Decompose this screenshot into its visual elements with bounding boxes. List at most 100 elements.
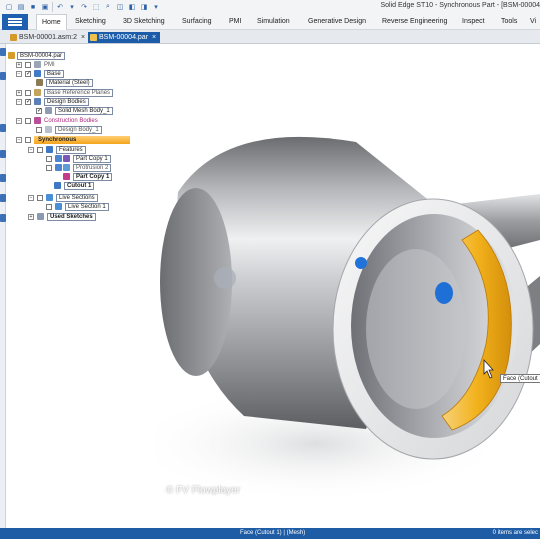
collapse-icon[interactable]: − bbox=[16, 137, 22, 143]
tree-item-label: Features bbox=[56, 146, 86, 154]
visibility-checkbox[interactable] bbox=[25, 90, 31, 96]
tree-item-label: PMI bbox=[44, 62, 55, 68]
visibility-checkbox[interactable]: ✓ bbox=[25, 71, 31, 77]
inner-bore-shadow bbox=[366, 249, 466, 409]
tab-surfacing[interactable]: Surfacing bbox=[182, 14, 212, 30]
tree-item-label: Live Sections bbox=[56, 194, 98, 202]
toolbar-separator bbox=[52, 2, 53, 12]
collapse-icon[interactable]: − bbox=[16, 118, 22, 124]
live-section-icon bbox=[55, 203, 62, 210]
tree-item-label: Part Copy 1 bbox=[73, 155, 111, 163]
save-icon[interactable]: ■ bbox=[28, 2, 38, 12]
watermark: © FV Flowplayer bbox=[166, 485, 241, 496]
model-view bbox=[156, 136, 540, 502]
expand-icon[interactable]: + bbox=[16, 62, 22, 68]
visibility-checkbox[interactable] bbox=[25, 118, 31, 124]
close-tab-icon[interactable]: × bbox=[152, 34, 156, 41]
graphics-viewport[interactable]: Face (Cutout 1 © FV Flowplayer bbox=[156, 44, 540, 528]
view-icon[interactable]: ◫ bbox=[115, 2, 125, 12]
print-icon[interactable]: ▣ bbox=[40, 2, 50, 12]
visibility-checkbox[interactable] bbox=[46, 204, 52, 210]
visibility-checkbox[interactable] bbox=[25, 137, 31, 143]
open-folder-icon[interactable]: ▤ bbox=[16, 2, 26, 12]
tree-item-label: Cutout 1 bbox=[64, 182, 95, 190]
collapse-icon[interactable]: − bbox=[16, 99, 22, 105]
tab-3d-sketching[interactable]: 3D Sketching bbox=[123, 14, 165, 30]
part-copy-icon bbox=[63, 173, 70, 180]
undo-dropdown-icon[interactable]: ▾ bbox=[67, 2, 77, 12]
menu-icon-bar bbox=[8, 21, 22, 23]
sketch-icon bbox=[37, 213, 44, 220]
window-title: Solid Edge ST10 - Synchronous Part - [BS… bbox=[380, 2, 540, 9]
live-sections-icon bbox=[46, 194, 53, 201]
tab-sketching[interactable]: Sketching bbox=[75, 14, 106, 30]
assembly-file-icon bbox=[10, 34, 17, 41]
status-bar: Face (Cutout 1) | (Mesh) 0 items are sel… bbox=[0, 528, 540, 539]
face-tooltip: Face (Cutout 1 bbox=[500, 374, 540, 383]
pmi-icon bbox=[34, 61, 41, 68]
collapse-icon[interactable]: − bbox=[28, 195, 34, 201]
visibility-checkbox[interactable]: ✓ bbox=[36, 108, 42, 114]
title-bar: ▢ ▤ ■ ▣ ↶ ▾ ↷ ⬚ ⌕ ◫ ◧ ◨ ▾ Solid Edge ST1… bbox=[0, 0, 540, 14]
tree-item-label: Design Bodies bbox=[44, 98, 89, 106]
tab-tools[interactable]: Tools bbox=[501, 14, 517, 30]
view-eye-icon bbox=[55, 164, 62, 171]
document-tab-strip: BSM-00001.asm:2 × BSM-00004.par × bbox=[0, 30, 540, 44]
visibility-checkbox[interactable] bbox=[37, 147, 43, 153]
tree-item-label: Construction Bodies bbox=[44, 118, 98, 124]
tree-item-label: Live Section 1 bbox=[65, 203, 109, 211]
tree-item-label: Synchronous bbox=[34, 136, 130, 144]
tab-reverse-engineering[interactable]: Reverse Engineering bbox=[382, 14, 447, 30]
material-icon bbox=[36, 79, 43, 86]
tree-item-label: Design Body_1 bbox=[55, 126, 102, 134]
visibility-checkbox[interactable] bbox=[37, 195, 43, 201]
menu-icon bbox=[8, 18, 22, 20]
visibility-checkbox[interactable] bbox=[36, 127, 42, 133]
tab-generative-design[interactable]: Generative Design bbox=[308, 14, 366, 30]
close-tab-icon[interactable]: × bbox=[81, 34, 85, 41]
style-icon[interactable]: ◨ bbox=[139, 2, 149, 12]
visibility-checkbox[interactable] bbox=[25, 62, 31, 68]
tree-item-label: Part Copy 1 bbox=[73, 173, 113, 181]
document-tab-part[interactable]: BSM-00004.par × bbox=[88, 32, 160, 43]
collapse-icon[interactable]: − bbox=[28, 147, 34, 153]
tree-item-label: Base bbox=[44, 70, 64, 78]
status-item-count: 0 items are selec bbox=[492, 530, 538, 536]
body-icon bbox=[45, 126, 52, 133]
tree-item-label: Base Reference Planes bbox=[44, 89, 114, 97]
expand-icon[interactable]: + bbox=[28, 214, 34, 220]
tab-inspect[interactable]: Inspect bbox=[462, 14, 485, 30]
cutout-icon bbox=[54, 182, 61, 189]
tab-view[interactable]: Vi bbox=[530, 14, 536, 30]
tab-home[interactable]: Home bbox=[36, 14, 67, 31]
tab-pmi[interactable]: PMI bbox=[229, 14, 241, 30]
document-tab-assembly[interactable]: BSM-00001.asm:2 × bbox=[8, 32, 85, 43]
select-icon[interactable]: ⬚ bbox=[91, 2, 101, 12]
zoom-icon[interactable]: ⌕ bbox=[103, 2, 113, 12]
collapse-icon[interactable]: − bbox=[16, 71, 22, 77]
construction-bodies-icon bbox=[34, 117, 41, 124]
part-copy-icon bbox=[63, 155, 70, 162]
undo-icon[interactable]: ↶ bbox=[55, 2, 65, 12]
part-file-icon bbox=[90, 34, 97, 41]
reference-planes-icon bbox=[34, 89, 41, 96]
application-menu-button[interactable] bbox=[2, 14, 28, 30]
sphere-marker bbox=[355, 257, 367, 269]
tree-item-label: Solid Mesh Body_1 bbox=[55, 107, 113, 115]
tree-item-label: Protrusion 2 bbox=[73, 164, 112, 172]
ribbon-tab-bar: Home Sketching 3D Sketching Surfacing PM… bbox=[0, 14, 540, 31]
new-file-icon[interactable]: ▢ bbox=[4, 2, 14, 12]
display-icon[interactable]: ◧ bbox=[127, 2, 137, 12]
visibility-checkbox[interactable]: ✓ bbox=[25, 99, 31, 105]
design-bodies-icon bbox=[34, 98, 41, 105]
visibility-checkbox[interactable] bbox=[46, 165, 52, 171]
sphere-marker bbox=[435, 282, 453, 304]
document-tab-label: BSM-00001.asm:2 bbox=[19, 34, 77, 41]
features-icon bbox=[46, 146, 53, 153]
redo-icon[interactable]: ↷ bbox=[79, 2, 89, 12]
tab-simulation[interactable]: Simulation bbox=[257, 14, 290, 30]
expand-icon[interactable]: + bbox=[16, 90, 22, 96]
customize-dropdown-icon[interactable]: ▾ bbox=[151, 2, 161, 12]
base-feature-icon bbox=[34, 70, 41, 77]
visibility-checkbox[interactable] bbox=[46, 156, 52, 162]
